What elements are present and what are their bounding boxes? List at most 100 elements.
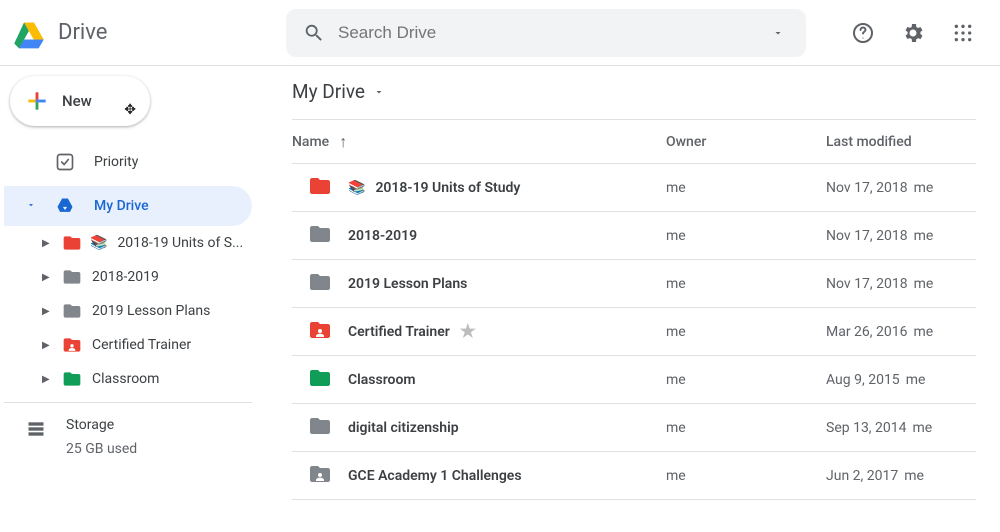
breadcrumb-label: My Drive <box>292 80 365 103</box>
file-owner: me <box>666 180 826 196</box>
chevron-right-icon[interactable]: ▶ <box>42 238 52 249</box>
file-name: GCE Academy 1 Challenges <box>348 468 522 484</box>
chevron-down-icon[interactable] <box>373 80 385 103</box>
tree-item[interactable]: ▶ Classroom <box>24 362 252 396</box>
folder-icon <box>62 368 82 390</box>
cursor-icon: ✥ <box>124 102 136 118</box>
folder-icon <box>308 222 332 250</box>
drive-logo-icon <box>8 12 50 54</box>
chevron-right-icon[interactable]: ▶ <box>42 340 52 351</box>
column-header-name[interactable]: Name ↑ <box>292 132 666 152</box>
sidebar: New ✥ Priority My Drive ▶ <box>0 66 260 532</box>
breadcrumb[interactable]: My Drive <box>292 80 976 119</box>
table-row[interactable]: 2019 Lesson Plans me Nov 17, 2018me <box>292 260 976 308</box>
folder-icon <box>308 174 332 202</box>
file-name: digital citizenship <box>348 420 459 436</box>
file-modified-by: me <box>914 276 934 292</box>
tree-item[interactable]: ▶ 📚 2018-19 Units of S... <box>24 226 252 260</box>
file-modified-by: me <box>904 468 924 484</box>
search-input[interactable] <box>334 23 758 43</box>
file-name: 2019 Lesson Plans <box>348 276 467 292</box>
file-owner: me <box>666 276 826 292</box>
file-modified-by: me <box>906 372 926 388</box>
new-button-label: New <box>62 92 92 110</box>
folder-icon <box>308 414 332 442</box>
folder-icon <box>62 232 82 254</box>
logo-area[interactable]: Drive <box>8 12 286 54</box>
file-modified-date: Aug 9, 2015 <box>826 372 900 388</box>
folder-icon <box>308 318 332 346</box>
file-table: Name ↑ Owner Last modified 📚 2018-19 Uni… <box>292 119 976 500</box>
apps-grid-icon[interactable] <box>942 12 984 54</box>
sidebar-item-my-drive[interactable]: My Drive <box>4 186 252 226</box>
sidebar-item-label: My Drive <box>94 198 149 214</box>
sidebar-item-label: Priority <box>94 154 138 170</box>
tree-item-label: 2018-19 Units of S... <box>117 235 243 251</box>
chevron-right-icon[interactable]: ▶ <box>42 306 52 317</box>
chevron-right-icon[interactable]: ▶ <box>42 272 52 283</box>
sidebar-item-priority[interactable]: Priority <box>4 142 252 182</box>
books-emoji-icon: 📚 <box>348 180 365 196</box>
file-owner: me <box>666 228 826 244</box>
file-modified-date: Mar 26, 2016 <box>826 324 908 340</box>
header-actions <box>842 12 984 54</box>
file-modified-by: me <box>914 180 934 196</box>
star-icon: ★ <box>460 321 476 342</box>
column-header-modified[interactable]: Last modified <box>826 134 976 150</box>
table-row[interactable]: Classroom me Aug 9, 2015me <box>292 356 976 404</box>
file-name: Classroom <box>348 372 416 388</box>
sort-arrow-up-icon: ↑ <box>339 132 347 152</box>
file-owner: me <box>666 420 826 436</box>
file-name: 2018-19 Units of Study <box>375 180 520 196</box>
product-name: Drive <box>58 20 107 45</box>
my-drive-icon <box>54 196 76 216</box>
main-content: My Drive Name ↑ Owner Last modified 📚 20… <box>260 66 1000 532</box>
table-row[interactable]: 2018-2019 me Nov 17, 2018me <box>292 212 976 260</box>
file-owner: me <box>666 372 826 388</box>
folder-icon <box>308 462 332 490</box>
folder-tree: ▶ 📚 2018-19 Units of S... ▶ 2018-2019 ▶ … <box>4 226 252 396</box>
file-name: 2018-2019 <box>348 228 417 244</box>
divider <box>4 402 252 403</box>
books-emoji-icon: 📚 <box>90 235 107 251</box>
column-header-owner[interactable]: Owner <box>666 134 826 150</box>
table-row[interactable]: GCE Academy 1 Challenges me Jun 2, 2017m… <box>292 452 976 500</box>
help-icon[interactable] <box>842 12 884 54</box>
chevron-right-icon[interactable]: ▶ <box>42 374 52 385</box>
app-header: Drive <box>0 0 1000 66</box>
sidebar-item-storage[interactable]: Storage 25 GB used <box>4 411 252 457</box>
file-modified-by: me <box>914 324 934 340</box>
tree-item-label: Certified Trainer <box>92 337 191 353</box>
tree-item-label: Classroom <box>92 371 159 387</box>
table-row[interactable]: 📚 2018-19 Units of Study me Nov 17, 2018… <box>292 164 976 212</box>
folder-icon <box>308 270 332 298</box>
chevron-down-icon[interactable] <box>26 198 36 214</box>
search-icon[interactable] <box>294 13 334 53</box>
storage-used: 25 GB used <box>66 441 137 457</box>
folder-icon <box>62 300 82 322</box>
tree-item[interactable]: ▶ 2019 Lesson Plans <box>24 294 252 328</box>
folder-icon <box>62 334 82 356</box>
folder-icon <box>308 366 332 394</box>
file-modified-date: Nov 17, 2018 <box>826 180 908 196</box>
file-modified-date: Jun 2, 2017 <box>826 468 898 484</box>
tree-item-label: 2019 Lesson Plans <box>92 303 210 319</box>
file-modified-by: me <box>913 420 933 436</box>
folder-icon <box>62 266 82 288</box>
file-name: Certified Trainer <box>348 324 450 340</box>
file-owner: me <box>666 324 826 340</box>
plus-icon <box>24 88 50 114</box>
priority-icon <box>54 152 76 172</box>
file-modified-by: me <box>914 228 934 244</box>
file-modified-date: Nov 17, 2018 <box>826 276 908 292</box>
search-bar[interactable] <box>286 9 806 57</box>
search-options-dropdown-icon[interactable] <box>758 13 798 53</box>
new-button[interactable]: New ✥ <box>10 76 150 126</box>
file-modified-date: Sep 13, 2014 <box>826 420 907 436</box>
table-row[interactable]: Certified Trainer ★ me Mar 26, 2016me <box>292 308 976 356</box>
table-row[interactable]: digital citizenship me Sep 13, 2014me <box>292 404 976 452</box>
gear-icon[interactable] <box>892 12 934 54</box>
tree-item[interactable]: ▶ Certified Trainer <box>24 328 252 362</box>
file-owner: me <box>666 468 826 484</box>
tree-item[interactable]: ▶ 2018-2019 <box>24 260 252 294</box>
